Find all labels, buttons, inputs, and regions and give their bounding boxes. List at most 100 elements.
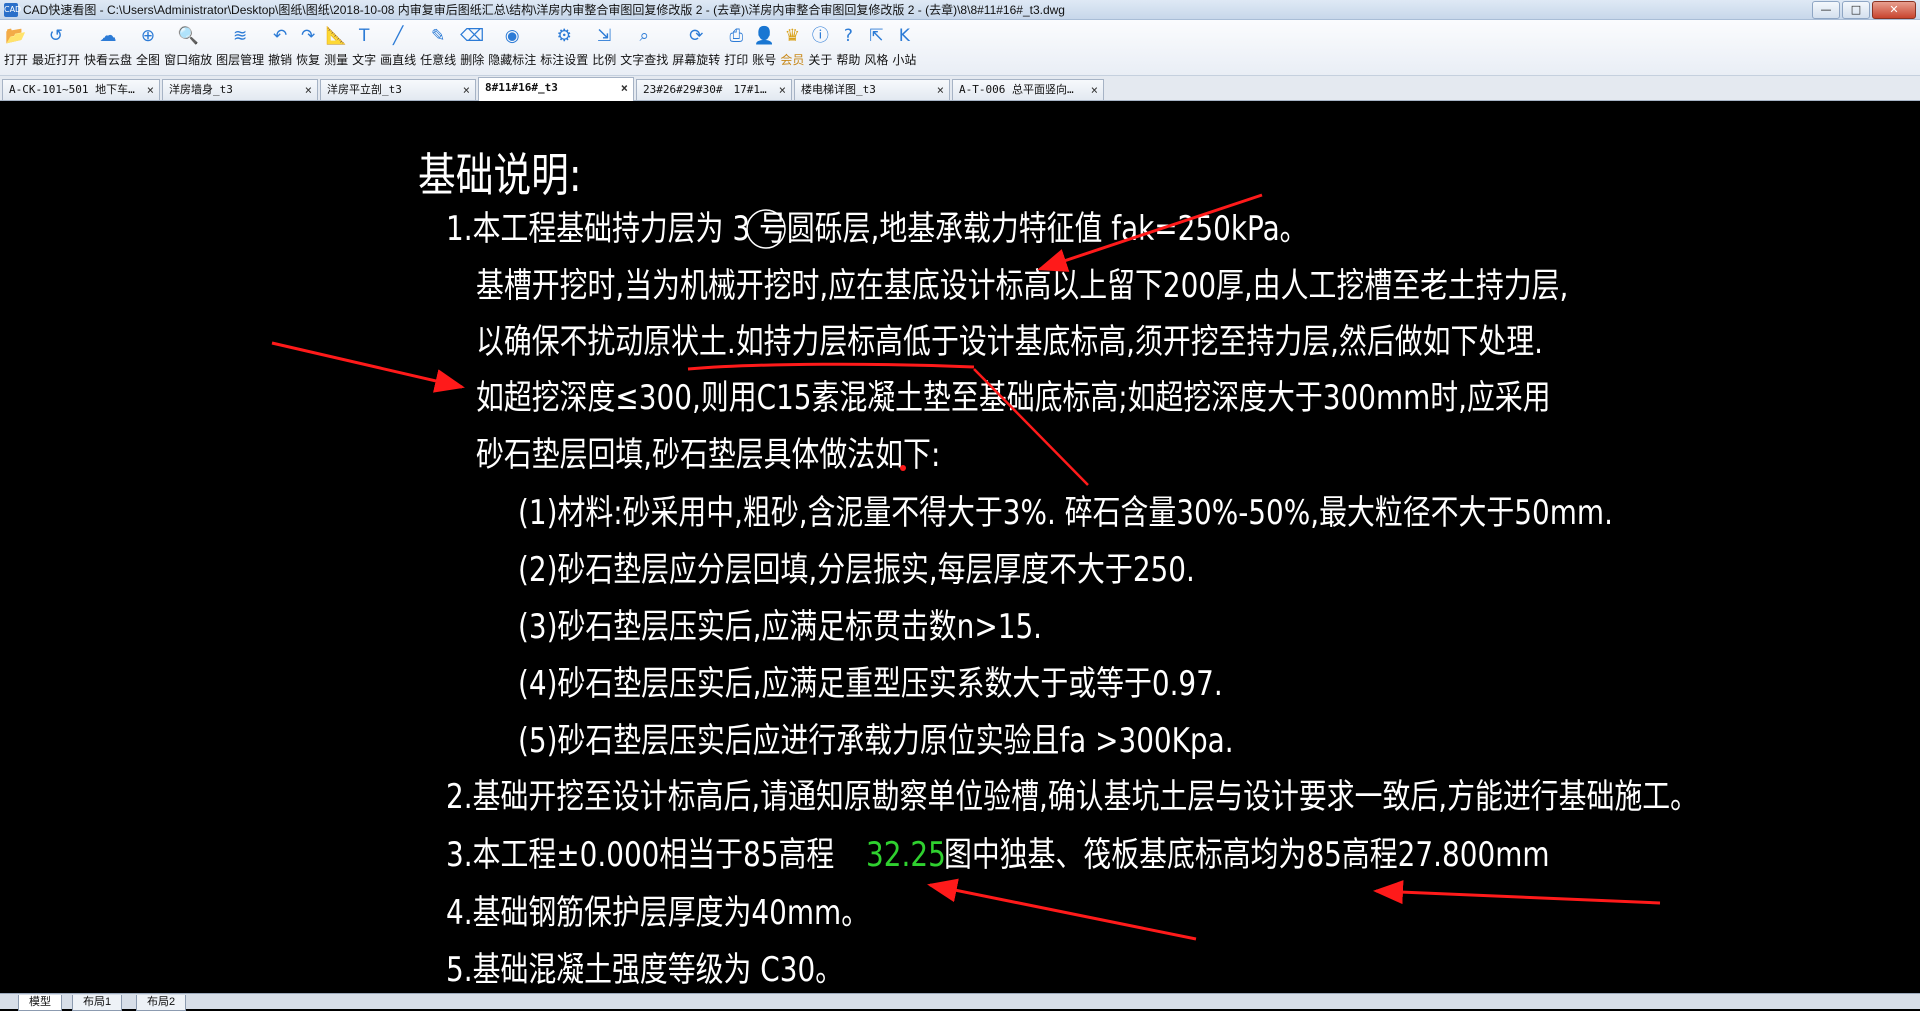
- tab-close-icon[interactable]: ×: [937, 80, 944, 100]
- help-button[interactable]: ? 帮助: [836, 20, 860, 72]
- redo-button[interactable]: ↷ 恢复: [296, 20, 320, 72]
- red-underline: [687, 362, 975, 371]
- rotate-label: 屏幕旋转: [672, 53, 721, 67]
- tab-label: 洋房平立剖_t3: [327, 83, 402, 96]
- circle-mark: [746, 209, 786, 249]
- history-icon: ↺: [48, 26, 64, 46]
- print-label: 打印: [724, 53, 749, 67]
- freeline-button[interactable]: ✎ 任意线: [420, 20, 456, 72]
- tab-close-icon[interactable]: ×: [463, 80, 470, 100]
- style-icon: ⇱: [869, 26, 884, 46]
- vip-button[interactable]: ♛ 会员: [780, 20, 804, 72]
- site-icon: K: [898, 26, 910, 46]
- cloud-button[interactable]: ☁ 快看云盘: [84, 20, 132, 72]
- cloud-icon: ☁: [99, 26, 117, 46]
- annset-button[interactable]: ⚙ 标注设置: [540, 20, 588, 72]
- about-label: 关于: [808, 53, 833, 67]
- find-button[interactable]: ⌕ 文字查找: [620, 20, 668, 72]
- hide-button[interactable]: ◉ 隐藏标注: [488, 20, 536, 72]
- tab-3[interactable]: 洋房平立剖_t3 ×: [320, 79, 476, 100]
- redo-label: 恢复: [296, 53, 321, 67]
- printer-icon: ⎙: [729, 26, 744, 46]
- open-button[interactable]: 📂 打开: [4, 20, 28, 72]
- about-button[interactable]: ⓘ 关于: [808, 20, 832, 72]
- vip-label: 会员: [780, 53, 805, 67]
- text-button[interactable]: T 文字: [352, 20, 376, 72]
- text-icon: T: [358, 26, 370, 46]
- annset-label: 标注设置: [540, 53, 589, 67]
- style-button[interactable]: ⇱ 风格: [864, 20, 888, 72]
- account-button[interactable]: 👤 账号: [752, 20, 776, 72]
- text-search-icon: ⌕: [639, 26, 650, 46]
- main-toolbar: 📂 打开 ↺ 最近打开 ☁ 快看云盘 ⊕ 全图 🔍 窗口缩放 ≋ 图层管理 ↶ 撤销 ↷ 恢复 📐 测量 T 文字 ╱ 画…: [0, 20, 1920, 76]
- tab-label: 楼电梯详图_t3: [801, 83, 876, 96]
- tab-7[interactable]: A-T-006 总平面竖向… ×: [952, 79, 1104, 100]
- undo-button[interactable]: ↶ 撤销: [268, 20, 292, 72]
- recent-button[interactable]: ↺ 最近打开: [32, 20, 80, 72]
- undo-label: 撤销: [268, 53, 293, 67]
- user-icon: 👤: [753, 26, 775, 46]
- minimize-button[interactable]: —: [1812, 1, 1840, 19]
- tab-close-icon[interactable]: ×: [147, 80, 154, 100]
- help-icon: ?: [843, 26, 853, 46]
- print-button[interactable]: ⎙ 打印: [724, 20, 748, 72]
- tab-close-icon[interactable]: ×: [1091, 80, 1098, 100]
- document-tabs: A-CK-101~501 地下车… × 洋房墙身_t3 × 洋房平立剖_t3 × 8#11#…: [0, 76, 1920, 101]
- red-line-diagonal: [973, 368, 1089, 486]
- ruler-icon: 📐: [325, 26, 347, 46]
- vip-icon: ♛: [784, 26, 800, 46]
- tab-close-icon[interactable]: ×: [779, 80, 786, 100]
- tab-4[interactable]: 8#11#16#_t3 ×: [478, 77, 634, 101]
- cloud-label: 快看云盘: [84, 53, 133, 67]
- title-bar: CAD CAD快速看图 - C:\Users\Administrator\Des…: [0, 0, 1920, 20]
- eye-icon: ◉: [504, 26, 520, 46]
- help-label: 帮助: [836, 53, 861, 67]
- zoom-button[interactable]: 🔍 窗口缩放: [164, 20, 212, 72]
- layers-button[interactable]: ≋ 图层管理: [216, 20, 264, 72]
- scale-button[interactable]: ⇲ 比例: [592, 20, 616, 72]
- tab-close-icon[interactable]: ×: [621, 78, 628, 98]
- style-label: 风格: [864, 53, 889, 67]
- red-arrow-bottom-right: [1373, 880, 1661, 905]
- line-button[interactable]: ╱ 画直线: [380, 20, 416, 72]
- rotate-button[interactable]: ⟳ 屏幕旋转: [672, 20, 720, 72]
- folder-icon: 📂: [5, 26, 27, 46]
- annotation-overlay: [271, 193, 1661, 941]
- layers-label: 图层管理: [216, 53, 265, 67]
- tab-label: A-CK-101~501 地下车…: [9, 83, 135, 96]
- tab-1[interactable]: A-CK-101~501 地下车… ×: [2, 79, 160, 100]
- line-label: 画直线: [380, 53, 417, 67]
- text-label: 文字: [352, 53, 377, 67]
- scale-icon: ⇲: [597, 26, 612, 46]
- close-button[interactable]: ✕: [1872, 1, 1916, 19]
- tab-6[interactable]: 楼电梯详图_t3 ×: [794, 79, 950, 100]
- tab-5[interactable]: 23#26#29#30# 17#1… ×: [636, 79, 792, 100]
- delete-button[interactable]: ⌫ 删除: [460, 20, 484, 72]
- tab-2[interactable]: 洋房墙身_t3 ×: [162, 79, 318, 100]
- tab-close-icon[interactable]: ×: [305, 80, 312, 100]
- full-label: 全图: [136, 53, 161, 67]
- window-title: CAD快速看图 - C:\Users\Administrator\Desktop…: [23, 3, 1065, 17]
- undo-icon: ↶: [272, 26, 288, 46]
- freeline-label: 任意线: [420, 53, 457, 67]
- eraser-icon: ⌫: [460, 26, 485, 46]
- pen-icon: ✎: [431, 26, 446, 46]
- zoom-label: 窗口缩放: [164, 53, 213, 67]
- red-dot: [900, 465, 906, 471]
- layout-tabs: 模型 布局1 布局2: [0, 993, 1920, 1011]
- measure-button[interactable]: 📐 测量: [324, 20, 348, 72]
- tab-label: A-T-006 总平面竖向…: [959, 83, 1074, 96]
- maximize-button[interactable]: □: [1842, 1, 1870, 19]
- line-icon: ╱: [393, 26, 404, 46]
- rotate-icon: ⟳: [689, 26, 704, 46]
- open-label: 打开: [4, 53, 29, 67]
- drawing-canvas[interactable]: 基础说明: 1.本工程基础持力层为 3 号圆砾层,地基承载力特征值 fak=25…: [0, 101, 1920, 993]
- find-label: 文字查找: [620, 53, 669, 67]
- window-controls: — □ ✕: [1812, 1, 1916, 19]
- site-label: 小站: [892, 53, 917, 67]
- scale-label: 比例: [592, 53, 617, 67]
- account-label: 账号: [752, 53, 777, 67]
- redo-icon: ↷: [300, 26, 316, 46]
- site-button[interactable]: K 小站: [892, 20, 916, 72]
- full-button[interactable]: ⊕ 全图: [136, 20, 160, 72]
